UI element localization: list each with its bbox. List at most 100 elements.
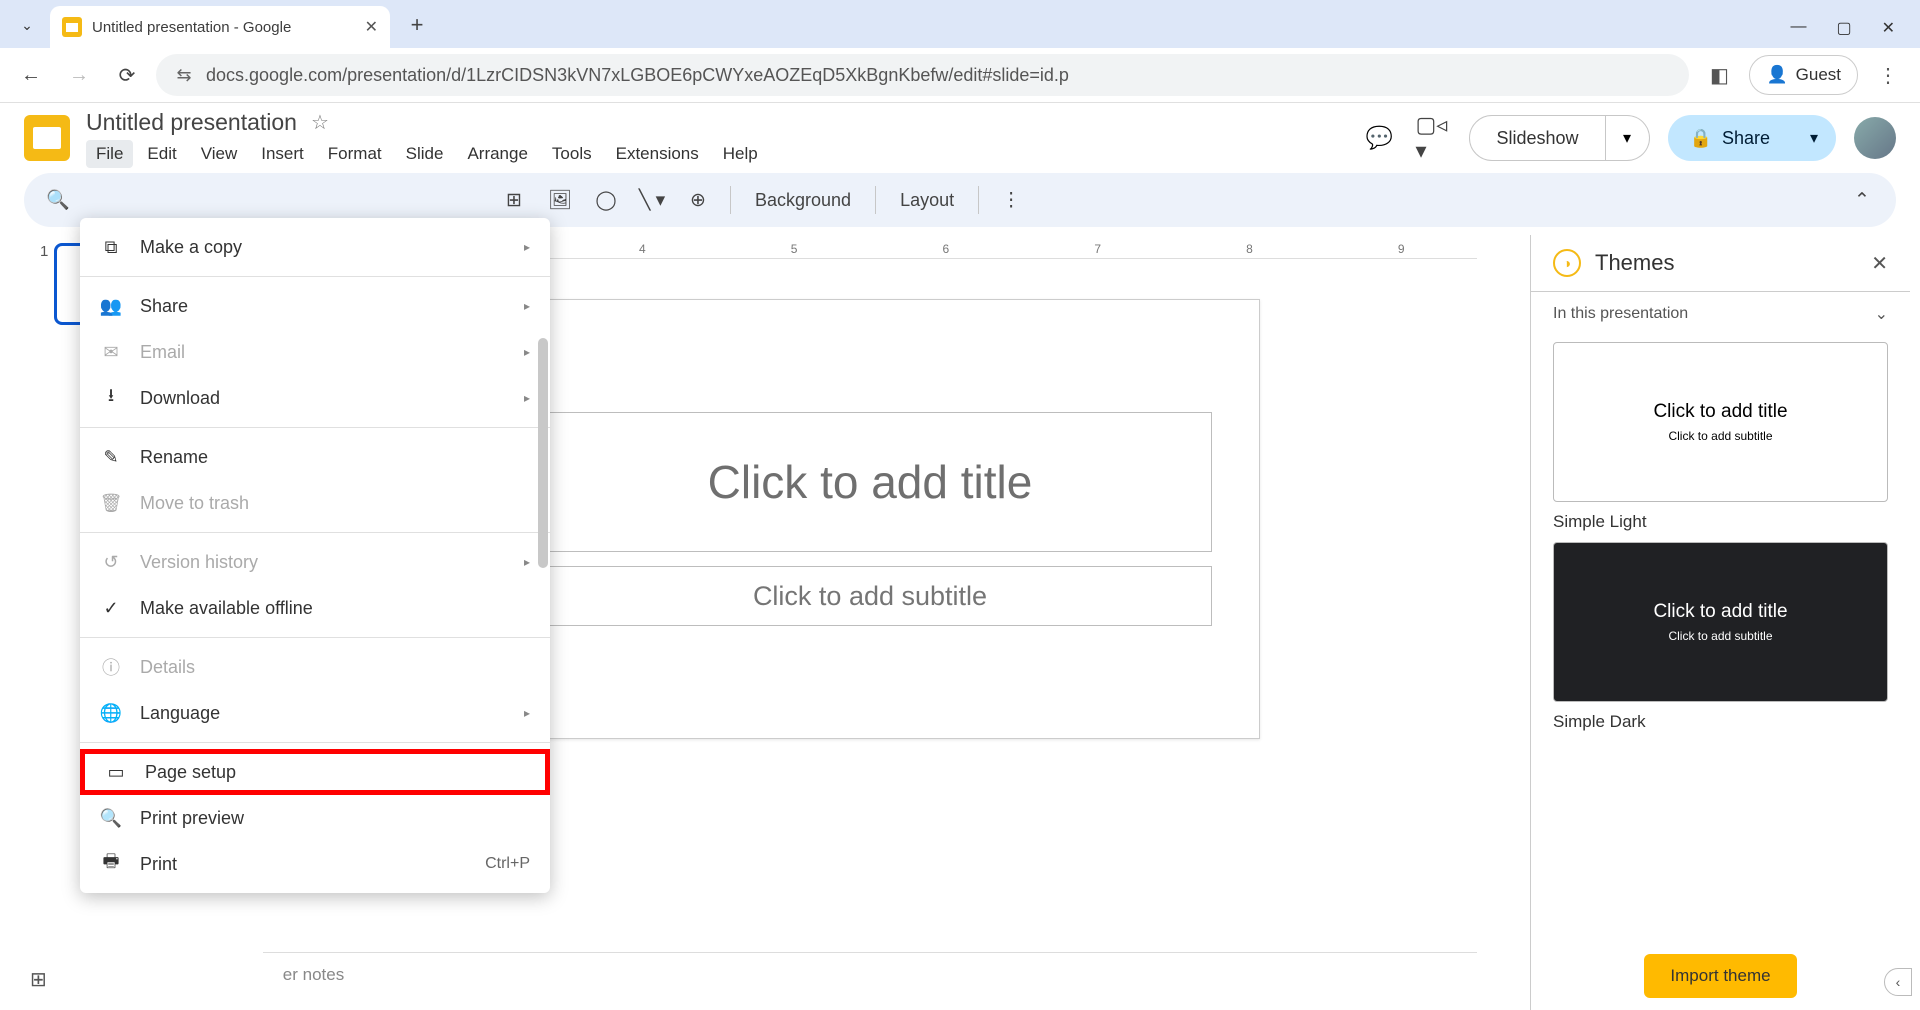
comments-icon[interactable]: 💬	[1361, 120, 1397, 156]
window-close-icon[interactable]: ✕	[1882, 18, 1895, 38]
submenu-arrow-icon: ▸	[524, 240, 530, 254]
url-text: docs.google.com/presentation/d/1LzrCIDSN…	[206, 65, 1069, 86]
menu-divider	[80, 276, 550, 277]
account-avatar[interactable]	[1854, 117, 1896, 159]
share-button[interactable]: 🔒 Share	[1668, 115, 1792, 161]
menu-divider	[80, 532, 550, 533]
themes-section-header[interactable]: In this presentation ⌄	[1531, 296, 1910, 332]
separator	[875, 186, 876, 214]
themes-title: Themes	[1595, 250, 1857, 276]
site-info-icon[interactable]: ⇆	[174, 65, 194, 85]
menu-edit[interactable]: Edit	[137, 140, 186, 168]
menu-item-label: Details	[140, 657, 195, 678]
guest-icon: 👤	[1766, 65, 1787, 85]
menu-divider	[80, 427, 550, 428]
reload-button[interactable]: ⟳	[108, 56, 146, 94]
slideshow-button[interactable]: Slideshow	[1469, 115, 1605, 161]
theme-card-title: Click to add title	[1653, 601, 1787, 623]
theme-card-dark[interactable]: Click to add title Click to add subtitle	[1553, 542, 1888, 702]
menu-item-label: Make available offline	[140, 598, 313, 619]
menu-file[interactable]: File	[86, 140, 133, 168]
comment-icon[interactable]: ⊕	[680, 182, 716, 218]
themes-list: Click to add title Click to add subtitle…	[1531, 332, 1910, 944]
title-placeholder[interactable]: Click to add title	[528, 412, 1213, 552]
menu-slide[interactable]: Slide	[396, 140, 454, 168]
close-tab-icon[interactable]: ✕	[365, 17, 378, 37]
separator	[978, 186, 979, 214]
window-maximize-icon[interactable]: ▢	[1836, 18, 1851, 38]
themes-icon: ◑	[1553, 249, 1581, 277]
new-tab-button[interactable]: +	[398, 6, 436, 44]
menu-item-print-preview[interactable]: 🔍Print preview	[80, 795, 550, 841]
profile-chip[interactable]: 👤 Guest	[1749, 55, 1858, 95]
menu-item-label: Email	[140, 342, 185, 363]
menu-view[interactable]: View	[191, 140, 248, 168]
star-icon[interactable]: ☆	[311, 110, 329, 135]
menu-help[interactable]: Help	[713, 140, 768, 168]
browser-tab-strip: ⌄ Untitled presentation - Google ✕ + — ▢…	[0, 0, 1920, 48]
background-button[interactable]: Background	[745, 190, 861, 211]
menu-item-share[interactable]: 👥Share▸	[80, 283, 550, 329]
menu-tools[interactable]: Tools	[542, 140, 602, 168]
print-icon: 🖶	[100, 853, 122, 875]
theme-card-light[interactable]: Click to add title Click to add subtitle	[1553, 342, 1888, 502]
ruler-mark: 7	[1094, 242, 1101, 256]
back-button[interactable]: ←	[12, 56, 50, 94]
slide-number: 1	[40, 243, 48, 325]
shape-icon[interactable]: ◯	[588, 182, 624, 218]
speaker-notes[interactable]: er notes	[263, 952, 1477, 1000]
import-theme-button[interactable]: Import theme	[1644, 954, 1796, 998]
tab-search-dropdown[interactable]: ⌄	[10, 8, 44, 42]
theme-name: Simple Dark	[1553, 712, 1888, 732]
menu-insert[interactable]: Insert	[251, 140, 314, 168]
menu-bar: File Edit View Insert Format Slide Arran…	[86, 140, 1345, 168]
slide-canvas[interactable]: Click to add title Click to add subtitle	[480, 299, 1260, 739]
image-icon[interactable]: 🖼	[542, 182, 578, 218]
side-panel-icon[interactable]: ◧	[1699, 55, 1739, 95]
search-menus-icon[interactable]: 🔍	[40, 182, 76, 218]
close-panel-icon[interactable]: ✕	[1871, 251, 1888, 276]
explore-fab[interactable]: ‹	[1884, 968, 1912, 996]
layout-button[interactable]: Layout	[890, 190, 964, 211]
menu-item-make-available-offline[interactable]: ✓Make available offline	[80, 585, 550, 631]
theme-card-title: Click to add title	[1653, 401, 1787, 423]
guest-label: Guest	[1796, 65, 1841, 85]
browser-menu-icon[interactable]: ⋮	[1868, 55, 1908, 95]
grid-view-icon[interactable]: ⊞	[30, 967, 47, 992]
menu-arrange[interactable]: Arrange	[457, 140, 537, 168]
menu-item-make-a-copy[interactable]: ⧉Make a copy▸	[80, 224, 550, 270]
menu-item-page-setup[interactable]: ▭ Page setup	[80, 749, 550, 795]
textbox-icon[interactable]: ⊞	[496, 182, 532, 218]
share-dropdown[interactable]: ▾	[1792, 115, 1836, 161]
menu-item-rename[interactable]: ✎Rename	[80, 434, 550, 480]
window-minimize-icon[interactable]: —	[1790, 18, 1806, 38]
submenu-arrow-icon: ▸	[524, 391, 530, 405]
submenu-arrow-icon: ▸	[524, 345, 530, 359]
collapse-toolbar-icon[interactable]: ⌃	[1844, 182, 1880, 218]
menu-item-label: Page setup	[145, 762, 236, 783]
ruler-mark: 9	[1398, 242, 1405, 256]
menu-item-label: Print	[140, 854, 177, 875]
document-title[interactable]: Untitled presentation	[86, 109, 297, 136]
menu-item-language[interactable]: 🌐Language▸	[80, 690, 550, 736]
menu-format[interactable]: Format	[318, 140, 392, 168]
browser-tab[interactable]: Untitled presentation - Google ✕	[50, 6, 390, 48]
globe-icon: 🌐	[100, 702, 122, 724]
more-icon[interactable]: ⋮	[993, 182, 1029, 218]
meet-icon[interactable]: ▢◃ ▾	[1415, 120, 1451, 156]
forward-button[interactable]: →	[60, 56, 98, 94]
slides-logo-icon[interactable]	[24, 115, 70, 161]
page-icon: ▭	[105, 761, 127, 783]
slideshow-dropdown[interactable]: ▾	[1606, 115, 1650, 161]
url-field[interactable]: ⇆ docs.google.com/presentation/d/1LzrCID…	[156, 54, 1689, 96]
menu-item-print[interactable]: 🖶PrintCtrl+P	[80, 841, 550, 887]
menu-extensions[interactable]: Extensions	[606, 140, 709, 168]
slides-favicon-icon	[62, 17, 82, 37]
line-icon[interactable]: ╲ ▾	[634, 182, 670, 218]
menu-item-label: Version history	[140, 552, 258, 573]
menu-item-download[interactable]: ⭳Download▸	[80, 375, 550, 421]
ruler-mark: 8	[1246, 242, 1253, 256]
share-label: Share	[1722, 128, 1770, 149]
lock-icon: 🔒	[1690, 128, 1712, 149]
subtitle-placeholder[interactable]: Click to add subtitle	[528, 566, 1213, 626]
